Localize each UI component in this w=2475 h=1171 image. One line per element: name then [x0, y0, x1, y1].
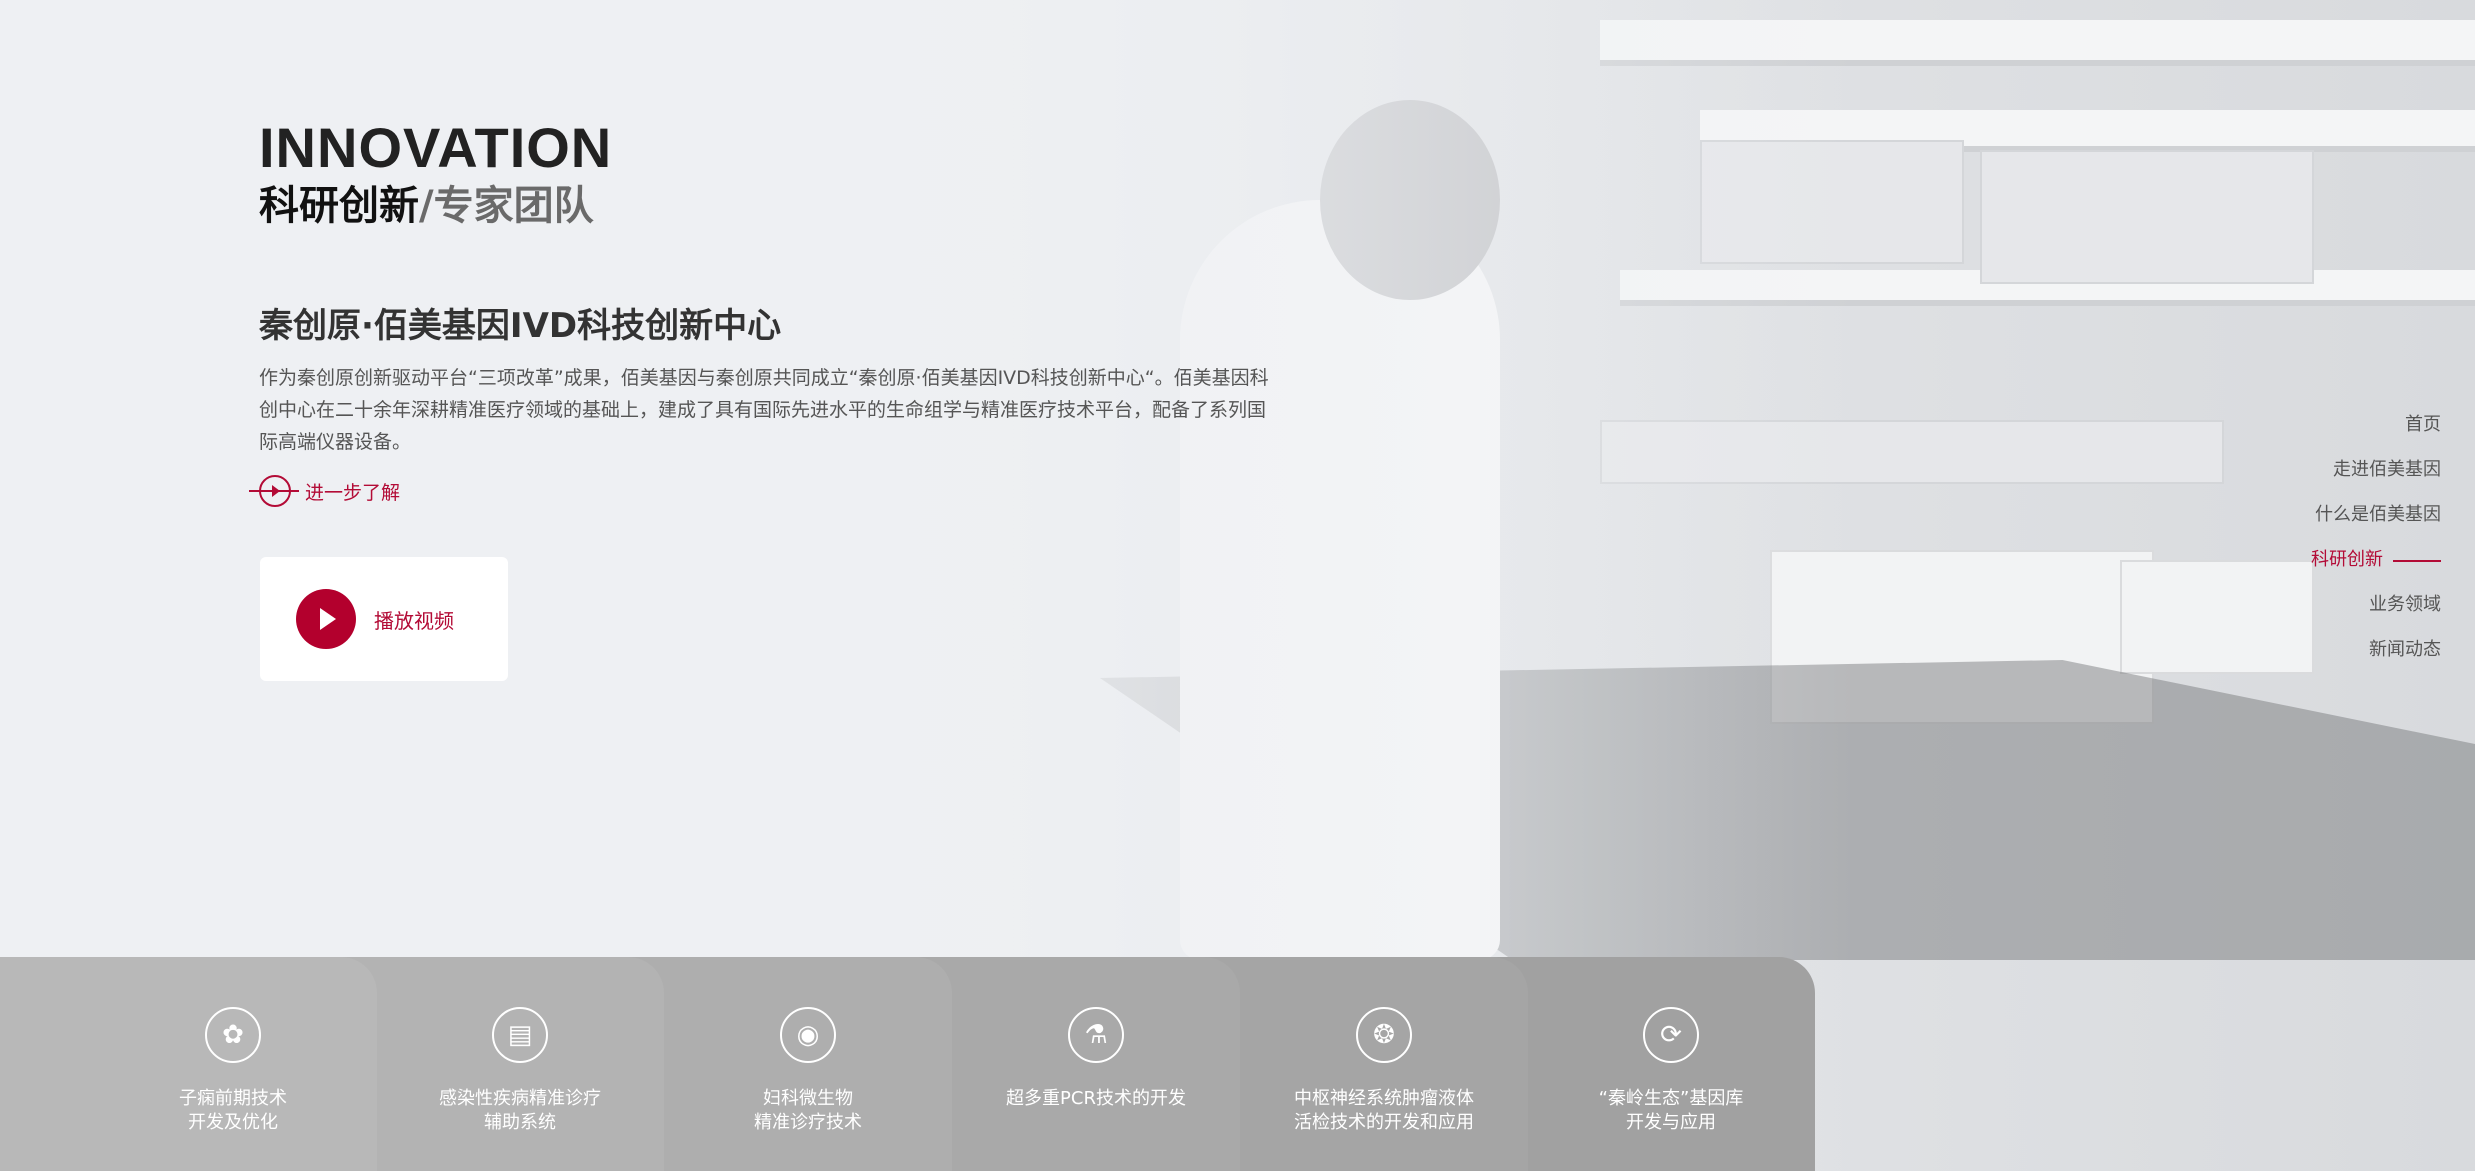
hero-title-block: INNOVATION 科研创新/专家团队 [259, 116, 613, 229]
arrow-circle-icon [249, 475, 299, 507]
flower-icon: ✿ [205, 1007, 261, 1063]
title-cn-main: 科研创新 [259, 183, 419, 229]
sidenav-item-about[interactable]: 走进佰美基因 [2311, 455, 2441, 500]
tab-label: 子痫前期技术 开发及优化 [179, 1088, 287, 1133]
chart-icon: ▤ [492, 1007, 548, 1063]
sidenav-item-news[interactable]: 新闻动态 [2311, 635, 2441, 680]
neuron-icon: ❂ [1356, 1007, 1412, 1063]
research-tabs: ✿ 子痫前期技术 开发及优化 ▤ 感染性疾病精准诊疗 辅助系统 ◉ 妇科微生物 … [0, 957, 1815, 1171]
section-description: 作为秦创原创新驱动平台“三项改革”成果，佰美基因与秦创原共同成立“秦创原·佰美基… [259, 367, 1269, 453]
tab-preeclampsia[interactable]: ✿ 子痫前期技术 开发及优化 [0, 957, 377, 1171]
title-cn-sep: / [419, 183, 434, 229]
side-navigation: 首页 走进佰美基因 什么是佰美基因 科研创新 业务领域 新闻动态 [2311, 410, 2441, 680]
title-en: INNOVATION [259, 116, 613, 179]
bacteria-icon: ◉ [780, 1007, 836, 1063]
section-heading: 秦创原·佰美基因IVD科技创新中心 [259, 306, 782, 346]
sidenav-item-what-is[interactable]: 什么是佰美基因 [2311, 500, 2441, 545]
tab-label: 妇科微生物 精准诊疗技术 [754, 1088, 862, 1133]
play-video-button[interactable]: 播放视频 [260, 557, 508, 681]
tab-label: “秦岭生态”基因库 开发与应用 [1598, 1088, 1744, 1133]
sidenav-item-business[interactable]: 业务领域 [2311, 590, 2441, 635]
tab-label: 感染性疾病精准诊疗 辅助系统 [439, 1088, 601, 1133]
dna-icon: ⟳ [1643, 1007, 1699, 1063]
sidenav-item-innovation[interactable]: 科研创新 [2311, 545, 2463, 590]
learn-more-label: 进一步了解 [305, 481, 401, 504]
title-cn-sub: 专家团队 [433, 183, 594, 229]
learn-more-link[interactable]: 进一步了解 [249, 475, 401, 507]
play-icon [296, 589, 356, 649]
title-cn: 科研创新/专家团队 [259, 184, 612, 228]
play-video-label: 播放视频 [374, 608, 454, 633]
tab-label: 中枢神经系统肿瘤液体 活检技术的开发和应用 [1294, 1088, 1474, 1133]
sidenav-item-home[interactable]: 首页 [2311, 410, 2441, 455]
tab-label: 超多重PCR技术的开发 [1006, 1088, 1186, 1109]
microscope-icon: ⚗ [1068, 1007, 1124, 1063]
